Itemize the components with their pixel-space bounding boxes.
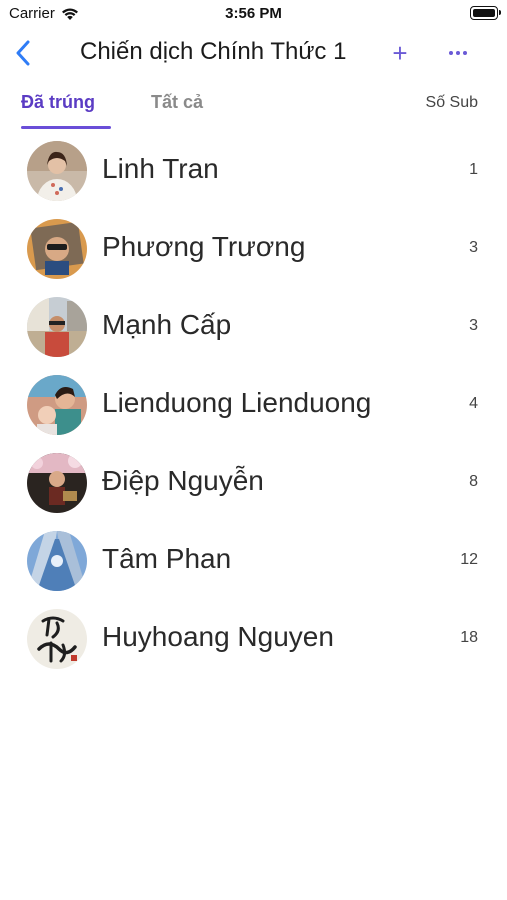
list-item[interactable]: Phương Trương 3	[0, 210, 507, 288]
tab-indicator	[21, 126, 111, 129]
member-name: Tâm Phan	[102, 543, 232, 574]
sub-count: 3	[469, 239, 478, 256]
sub-count: 18	[460, 629, 478, 646]
battery-icon	[470, 6, 501, 20]
member-name: Điệp Nguyễn	[102, 465, 264, 496]
list-item[interactable]: Tâm Phan 12	[0, 522, 507, 600]
more-button[interactable]	[443, 36, 473, 70]
list-item[interactable]: Điệp Nguyễn 8	[0, 444, 507, 522]
screen: Carrier 3:56 PM Chiến dịch Chính Thức 1 …	[0, 0, 507, 900]
list-item[interactable]: Linh Tran 1	[0, 132, 507, 210]
member-name: Phương Trương	[102, 231, 306, 262]
status-bar: Carrier 3:56 PM	[0, 0, 507, 28]
clock: 3:56 PM	[225, 5, 282, 22]
avatar	[27, 609, 87, 669]
avatar	[27, 219, 87, 279]
tab-bar: Đã trúng Tất cả Số Sub	[0, 88, 507, 132]
avatar	[27, 297, 87, 357]
member-name: Lienduong Lienduong	[102, 387, 372, 418]
member-list: Linh Tran 1 Phương Trương 3 Mạnh Cấp 3 L…	[0, 132, 507, 678]
member-name: Mạnh Cấp	[102, 309, 232, 340]
list-item[interactable]: Mạnh Cấp 3	[0, 288, 507, 366]
sub-count: 12	[460, 551, 478, 568]
ellipsis-icon	[449, 51, 453, 55]
ellipsis-dot	[463, 51, 467, 55]
sub-count: 3	[469, 317, 478, 334]
column-header-so-sub: Số Sub	[425, 94, 478, 111]
member-name: Huyhoang Nguyen	[102, 621, 334, 652]
avatar	[27, 453, 87, 513]
sub-count: 8	[469, 473, 478, 490]
ellipsis-dot	[456, 51, 460, 55]
sub-count: 1	[469, 161, 478, 178]
nav-bar: Chiến dịch Chính Thức 1 +	[0, 28, 507, 78]
list-item[interactable]: Lienduong Lienduong 4	[0, 366, 507, 444]
avatar	[27, 141, 87, 201]
tab-da-trung[interactable]: Đã trúng	[21, 92, 95, 113]
page-title: Chiến dịch Chính Thức 1	[80, 38, 347, 65]
sub-count: 4	[469, 395, 478, 412]
list-item[interactable]: Huyhoang Nguyen 18	[0, 600, 507, 678]
avatar	[27, 531, 87, 591]
avatar	[27, 375, 87, 435]
tab-tat-ca[interactable]: Tất cả	[151, 92, 203, 113]
back-button[interactable]	[8, 36, 38, 70]
add-button[interactable]: +	[386, 36, 414, 70]
member-name: Linh Tran	[102, 153, 219, 184]
chevron-left-icon	[16, 40, 30, 66]
